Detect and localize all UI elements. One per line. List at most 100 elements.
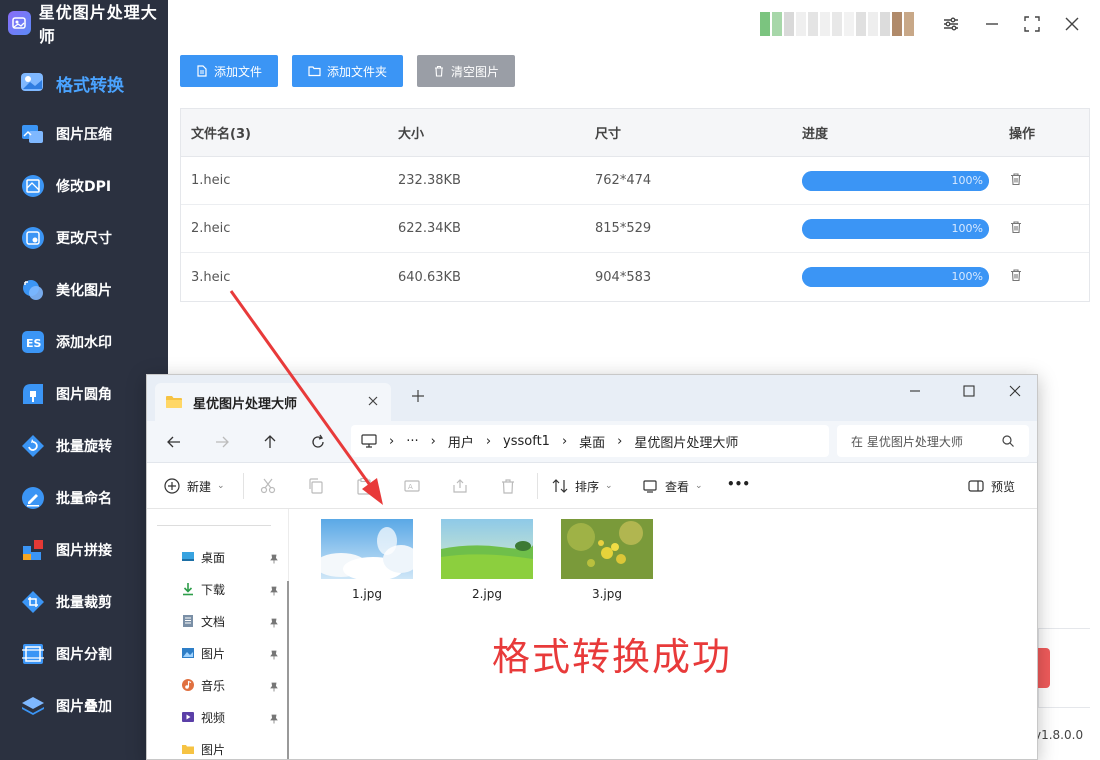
paste-icon[interactable] [355, 477, 373, 495]
sidebar-item-videos[interactable]: 视频 [181, 707, 225, 727]
cut-icon[interactable] [259, 477, 277, 495]
breadcrumb-user[interactable]: yssoft1 [503, 434, 550, 449]
row-actions [1009, 220, 1089, 238]
ellipsis-icon[interactable]: ··· [406, 434, 418, 449]
nav-item-dpi[interactable]: 修改DPI [0, 166, 168, 206]
more-icon: ••• [727, 477, 751, 491]
minimize-icon[interactable] [905, 381, 925, 401]
table-header: 文件名(3) 大小 尺寸 进度 操作 [181, 109, 1089, 157]
divider [243, 473, 244, 499]
chevron-right-icon: › [389, 433, 395, 449]
up-icon[interactable] [261, 433, 279, 451]
breadcrumb-desktop[interactable]: 桌面 [579, 432, 605, 451]
sort-button[interactable]: 排序 ⌄ [551, 477, 613, 495]
table-row[interactable]: 2.heic 622.34KB 815*529 100% [181, 205, 1089, 253]
nav-item-crop[interactable]: 批量裁剪 [0, 582, 168, 622]
table-row[interactable]: 3.heic 640.63KB 904*583 100% [181, 253, 1089, 301]
sidebar-item-documents[interactable]: 文档 [181, 611, 225, 631]
sidebar-label: 图片 [201, 742, 226, 757]
nav-item-rename[interactable]: 批量命名 [0, 478, 168, 518]
sidebar-label: 图片 [201, 646, 226, 661]
sidebar-label: 桌面 [201, 550, 226, 565]
maximize-icon[interactable] [959, 381, 979, 401]
add-folder-button[interactable]: 添加文件夹 [292, 55, 404, 87]
nav-item-puzzle[interactable]: 图片拼接 [0, 530, 168, 570]
rename-icon[interactable]: A [403, 477, 421, 495]
sidebar-item-downloads[interactable]: 下载 [181, 579, 225, 599]
maximize-icon[interactable] [1020, 12, 1044, 36]
nav-item-split[interactable]: 图片分割 [0, 634, 168, 674]
rotate-icon [20, 433, 46, 459]
add-file-button[interactable]: 添加文件 [180, 55, 279, 87]
settings-icon[interactable] [939, 12, 963, 36]
row-size: 622.34KB [398, 221, 461, 236]
file-item[interactable]: 2.jpg [441, 519, 533, 601]
explorer-sidebar: 桌面 下载 文档 图片 音乐 视频 图片 [147, 509, 289, 759]
sidebar-item-desktop[interactable]: 桌面 [181, 547, 225, 567]
search-input[interactable]: 在 星优图片处理大师 [837, 425, 1029, 457]
start-convert-button[interactable] [1038, 648, 1050, 688]
breadcrumb-users[interactable]: 用户 [448, 432, 474, 451]
document-icon [181, 614, 195, 628]
nav-item-beautify[interactable]: 美化图片 [0, 270, 168, 310]
close-icon[interactable] [1060, 12, 1084, 36]
nav-item-resize[interactable]: 更改尺寸 [0, 218, 168, 258]
address-bar[interactable]: › ··· › 用户 › yssoft1 › 桌面 › 星优图片处理大师 [351, 425, 829, 457]
nav-item-watermark[interactable]: ES 添加水印 [0, 322, 168, 362]
chevron-down-icon: ⌄ [695, 481, 703, 491]
row-filename: 3.heic [191, 269, 231, 285]
chevron-right-icon: › [430, 433, 436, 449]
view-label: 查看 [665, 479, 690, 494]
clear-images-button[interactable]: 清空图片 [417, 55, 516, 87]
header-dimensions: 尺寸 [595, 127, 622, 142]
row-progress: 100% [802, 267, 1009, 287]
file-item[interactable]: 1.jpg [315, 519, 419, 601]
forward-icon[interactable] [213, 433, 231, 451]
refresh-icon[interactable] [309, 433, 327, 451]
more-options-button[interactable]: ••• [727, 477, 750, 491]
explorer-tab[interactable]: 星优图片处理大师 [155, 383, 391, 421]
sidebar-item-music[interactable]: 音乐 [181, 675, 225, 695]
sidebar-item-pictures-folder[interactable]: 图片 [181, 739, 225, 759]
preview-button[interactable]: 预览 [967, 477, 1015, 495]
add-file-label: 添加文件 [214, 64, 263, 79]
close-icon[interactable] [1005, 381, 1025, 401]
chevron-right-icon: › [485, 433, 492, 449]
progress-text: 100% [951, 221, 983, 235]
minimize-icon[interactable] [980, 12, 1004, 36]
nav-item-format-convert[interactable]: 格式转换 [0, 63, 168, 103]
nav-item-image-compress[interactable]: 图片压缩 [0, 114, 168, 154]
image-convert-icon [20, 70, 46, 96]
header-progress: 进度 [802, 127, 829, 142]
file-item[interactable]: 3.jpg [561, 519, 653, 601]
delete-icon[interactable] [499, 477, 517, 495]
header-size: 大小 [398, 127, 425, 142]
share-icon[interactable] [451, 477, 469, 495]
nav-label: 批量裁剪 [56, 595, 112, 611]
row-dimensions: 762*474 [595, 173, 652, 188]
table-row[interactable]: 1.heic 232.38KB 762*474 100% [181, 157, 1089, 205]
svg-text:A: A [408, 483, 413, 491]
row-progress: 100% [802, 170, 1009, 191]
breadcrumb-folder[interactable]: 星优图片处理大师 [634, 432, 738, 451]
delete-icon[interactable] [1009, 220, 1025, 236]
nav-item-rotate[interactable]: 批量旋转 [0, 426, 168, 466]
close-tab-icon[interactable] [365, 393, 381, 409]
scrollbar[interactable] [287, 581, 289, 759]
delete-icon[interactable] [1009, 172, 1025, 188]
nav-item-layers[interactable]: 图片叠加 [0, 686, 168, 726]
view-button[interactable]: 查看 ⌄ [641, 477, 703, 495]
avatar[interactable] [760, 12, 916, 36]
new-tab-icon[interactable] [409, 387, 427, 405]
delete-icon[interactable] [1009, 268, 1025, 284]
nav-item-round-corner[interactable]: 图片圆角 [0, 374, 168, 414]
explorer-tab-bar: 星优图片处理大师 [147, 375, 1037, 421]
sidebar-item-pictures[interactable]: 图片 [181, 643, 225, 663]
divider [157, 525, 271, 526]
new-button[interactable]: 新建 ⌄ [163, 477, 225, 495]
brand: 星优图片处理大师 [0, 0, 168, 46]
copy-icon[interactable] [307, 477, 325, 495]
layers-icon [20, 693, 46, 719]
row-size: 640.63KB [398, 269, 461, 285]
back-icon[interactable] [165, 433, 183, 451]
